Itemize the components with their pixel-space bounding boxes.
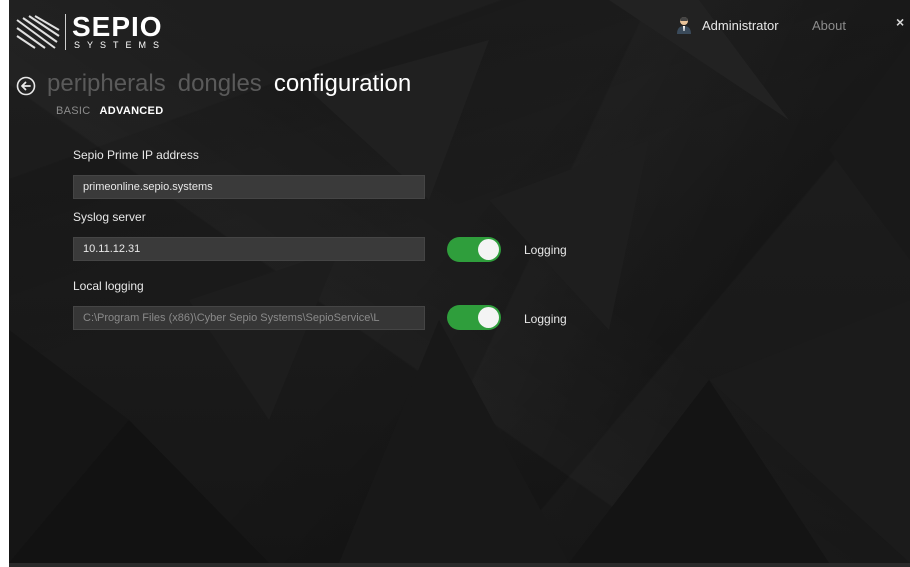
tab-dongles[interactable]: dongles [178,68,262,100]
local-logging-toggle[interactable] [447,305,501,330]
subtab-advanced[interactable]: ADVANCED [100,105,164,117]
local-logging-path-field: C:\Program Files (x86)\Cyber Sepio Syste… [73,306,425,330]
window-bottom-edge [9,563,910,567]
toggle-knob [478,307,499,328]
toggle-knob [478,239,499,260]
syslog-logging-label: Logging [524,243,567,257]
user-avatar-icon [677,17,691,34]
syslog-logging-toggle[interactable] [447,237,501,262]
logo-subtitle: SYSTEMS [74,39,167,50]
tab-configuration[interactable]: configuration [274,68,411,100]
logo-text: SEPIO SYSTEMS [72,10,167,51]
sepio-logo-icon [16,15,60,49]
sub-nav: BASIC ADVANCED [56,105,163,117]
tab-peripherals[interactable]: peripherals [47,68,166,100]
about-link[interactable]: About [812,18,846,33]
sepio-logo: SEPIO SYSTEMS [15,12,166,52]
close-icon[interactable]: × [896,14,904,30]
logo-name: SEPIO [72,10,163,42]
back-arrow-icon[interactable] [16,76,36,96]
syslog-server-field[interactable]: 10.11.12.31 [73,237,425,261]
main-nav: peripherals dongles configuration [47,68,423,100]
prime-ip-field[interactable]: primeonline.sepio.systems [73,175,425,199]
user-name: Administrator [702,17,779,33]
user-menu[interactable]: Administrator [675,16,779,34]
app-background: SEPIO SYSTEMS Administrator About × peri… [9,0,910,563]
subtab-basic[interactable]: BASIC [56,105,91,117]
prime-ip-label: Sepio Prime IP address [73,148,199,162]
app-window: SEPIO SYSTEMS Administrator About × peri… [0,0,910,567]
logo-divider [65,14,66,50]
local-logging-toggle-label: Logging [524,312,567,326]
syslog-server-label: Syslog server [73,210,146,224]
local-logging-label: Local logging [73,279,144,293]
